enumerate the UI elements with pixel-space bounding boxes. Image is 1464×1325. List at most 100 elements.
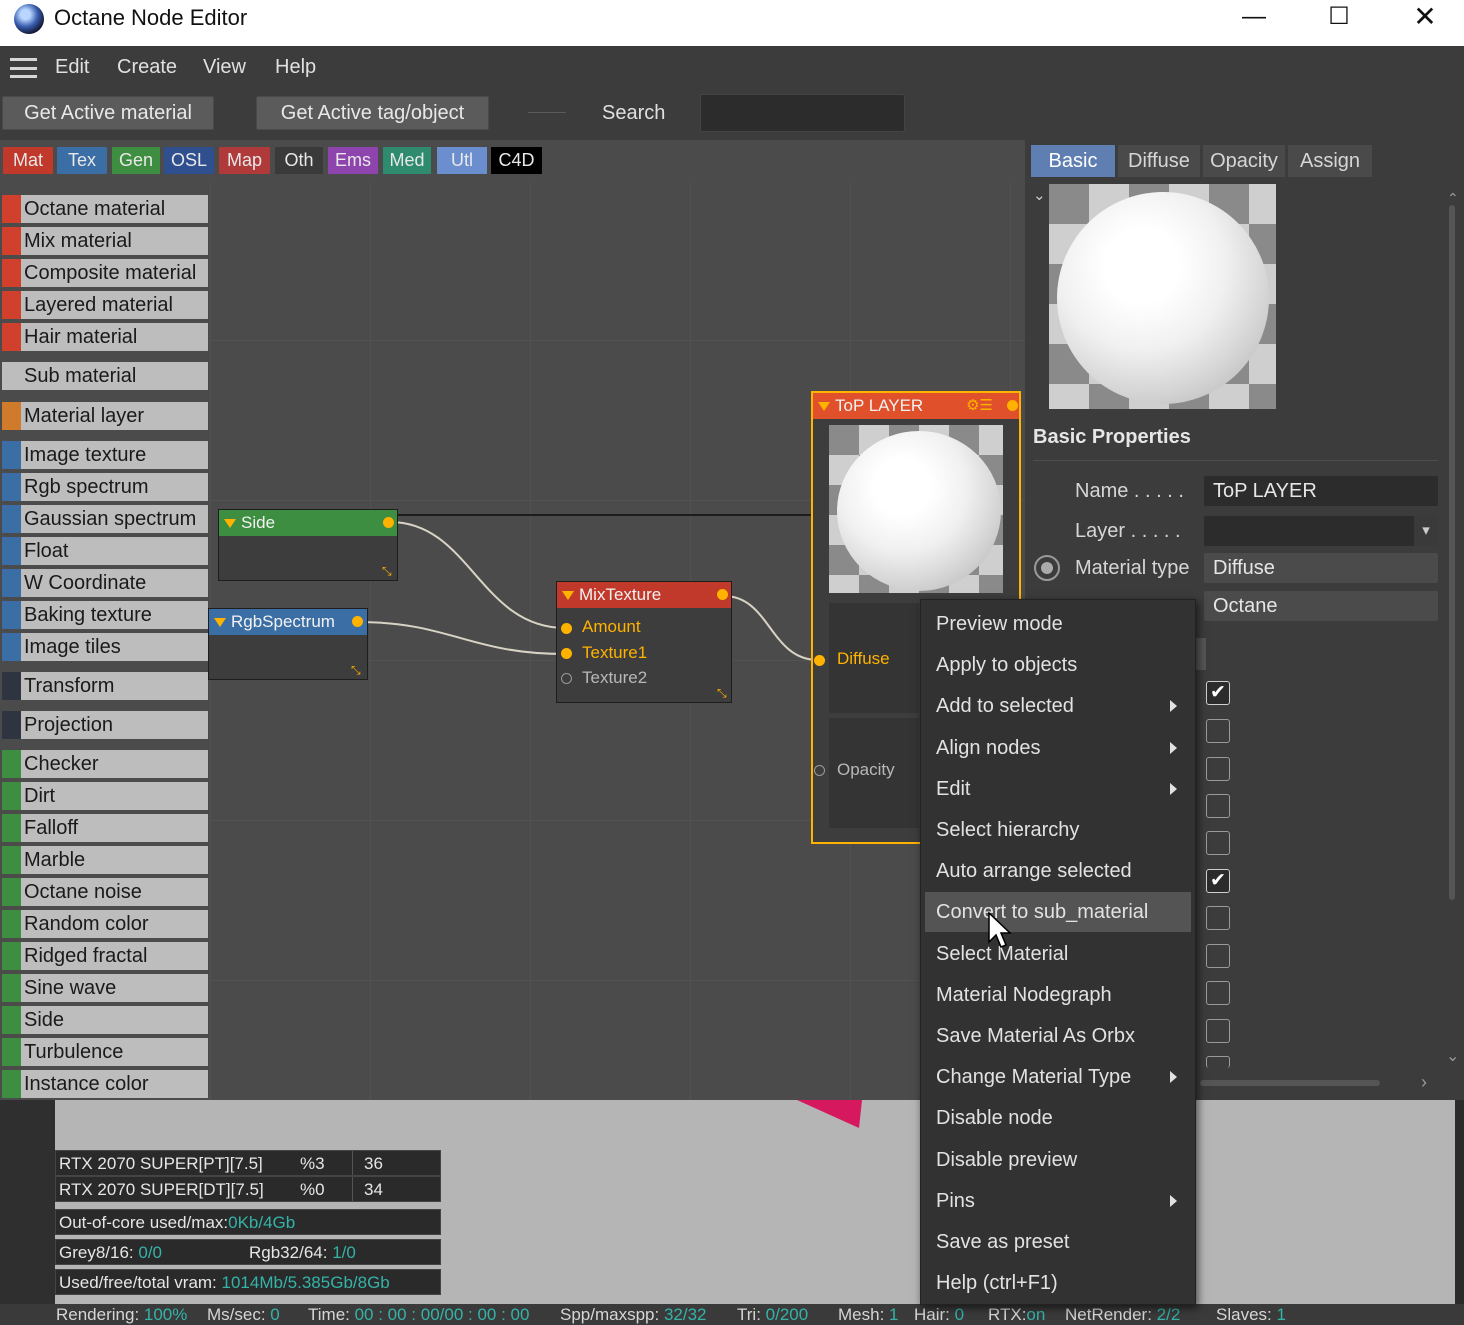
rgb-value: 1/0 [332, 1243, 356, 1262]
collapse-triangle-icon[interactable] [214, 618, 226, 627]
spp-value: 32/32 [663, 1305, 707, 1324]
option-checkbox-partial[interactable] [1206, 1056, 1230, 1068]
gpu-stat-row-2: RTX 2070 SUPER[DT][7.5] %0 34 [55, 1176, 441, 1202]
context-menu-item-auto-arrange-selected[interactable]: Auto arrange selected [921, 851, 1193, 891]
context-menu-item-add-to-selected[interactable]: Add to selected [921, 686, 1193, 726]
collapse-triangle-icon[interactable] [224, 519, 236, 528]
tri-value: 0/200 [765, 1305, 809, 1324]
output-pin-icon[interactable] [717, 589, 728, 600]
close-button[interactable]: ✕ [1394, 0, 1456, 34]
context-menu-item-material-nodegraph[interactable]: Material Nodegraph [921, 975, 1193, 1015]
name-label: Name . . . . . [1075, 480, 1184, 502]
grey-label: Grey8/16: [59, 1243, 139, 1262]
option-checkbox[interactable] [1206, 981, 1230, 1005]
top-layer-node-title: ToP LAYER [835, 396, 924, 415]
context-menu-item-apply-to-objects[interactable]: Apply to objects [921, 645, 1193, 685]
context-menu-item-convert-to-sub-material[interactable]: Convert to sub_material [925, 892, 1191, 933]
mixtexture-node[interactable]: MixTexture Amount Texture1 Texture2 ⤡ [556, 581, 732, 703]
mixtexture-node-title: MixTexture [579, 585, 662, 604]
radio-dot-icon [1041, 562, 1053, 574]
renderer-dropdown[interactable]: Octane [1204, 591, 1438, 621]
context-menu-item-disable-preview[interactable]: Disable preview [921, 1140, 1193, 1180]
chevron-down-icon[interactable]: ▾ [1414, 516, 1438, 546]
port-diffuse: Diffuse [837, 649, 890, 668]
amount-input-pin-icon[interactable] [561, 623, 572, 634]
context-menu-item-align-nodes[interactable]: Align nodes [921, 728, 1193, 768]
preview-sphere [837, 431, 1001, 591]
submenu-arrow-icon [1170, 782, 1177, 795]
layer-label: Layer . . . . . [1075, 520, 1181, 542]
option-checkbox[interactable]: ✔ [1206, 869, 1230, 893]
texture2-input-pin-icon[interactable] [561, 673, 572, 684]
output-pin-icon[interactable] [1007, 400, 1018, 411]
collapse-chevron-icon[interactable]: ⌄ [1033, 186, 1046, 204]
context-menu-item-label: Help (ctrl+F1) [936, 1272, 1058, 1295]
tab-assign[interactable]: Assign [1288, 145, 1372, 177]
submenu-arrow-icon [1170, 1071, 1177, 1084]
option-checkbox[interactable] [1206, 1019, 1230, 1043]
context-menu-item-help-ctrl-f1[interactable]: Help (ctrl+F1) [921, 1263, 1193, 1303]
diffuse-input-pin-icon[interactable] [814, 655, 825, 666]
context-menu-item-change-material-type[interactable]: Change Material Type [921, 1057, 1193, 1097]
side-node-header[interactable]: Side [219, 510, 397, 536]
tri-label: Tri: [737, 1305, 766, 1324]
layer-dropdown[interactable] [1204, 516, 1438, 546]
texture1-input-pin-icon[interactable] [561, 648, 572, 659]
material-type-radio[interactable] [1034, 555, 1060, 581]
resize-handle-icon[interactable]: ⤡ [351, 664, 363, 676]
option-checkbox[interactable] [1206, 831, 1230, 855]
minimize-button[interactable]: — [1223, 0, 1285, 34]
output-pin-icon[interactable] [352, 616, 363, 627]
status-bar: Rendering: 100% Ms/sec: 0 Time: 00 : 00 … [0, 1304, 1464, 1325]
gpu1-value: 36 [364, 1154, 383, 1173]
context-menu-item-label: Pins [936, 1189, 975, 1212]
resize-handle-icon[interactable]: ⤡ [382, 565, 394, 577]
mixtexture-node-header[interactable]: MixTexture [557, 582, 731, 608]
context-menu-item-edit[interactable]: Edit [921, 769, 1193, 809]
name-field[interactable]: ToP LAYER [1204, 476, 1438, 506]
tab-diffuse[interactable]: Diffuse [1118, 145, 1200, 177]
context-menu-item-label: Material Nodegraph [936, 983, 1112, 1006]
top-layer-node-header[interactable]: ToP LAYER ⚙☰ [813, 393, 1019, 419]
gpu-stat-row-1: RTX 2070 SUPER[PT][7.5] %3 36 [55, 1150, 441, 1176]
rgbspectrum-node[interactable]: RgbSpectrum ⤡ [208, 608, 368, 680]
side-node-title: Side [241, 513, 276, 532]
port-texture1: Texture1 [582, 643, 648, 662]
output-pin-icon[interactable] [383, 517, 394, 528]
option-checkbox[interactable] [1206, 906, 1230, 930]
mesh-label: Mesh: [838, 1305, 890, 1324]
tab-opacity[interactable]: Opacity [1203, 145, 1285, 177]
tab-basic[interactable]: Basic [1031, 145, 1115, 177]
collapse-triangle-icon[interactable] [562, 591, 574, 600]
context-menu-item-save-as-preset[interactable]: Save as preset [921, 1222, 1193, 1262]
node-options-icon[interactable]: ⚙☰ [966, 393, 993, 419]
context-menu-item-preview-mode[interactable]: Preview mode [921, 604, 1193, 644]
resize-handle-icon[interactable]: ⤡ [717, 687, 729, 699]
maximize-button[interactable]: ☐ [1308, 0, 1370, 34]
scroll-right-icon[interactable]: › [1421, 1072, 1427, 1093]
option-checkbox[interactable] [1206, 757, 1230, 781]
option-checkbox[interactable]: ✔ [1206, 681, 1230, 705]
horizontal-scrollbar[interactable] [1200, 1080, 1380, 1086]
context-menu-item-save-material-as-orbx[interactable]: Save Material As Orbx [921, 1016, 1193, 1056]
rgbspectrum-node-header[interactable]: RgbSpectrum [209, 609, 367, 635]
context-menu-item-pins[interactable]: Pins [921, 1181, 1193, 1221]
option-checkbox[interactable] [1206, 944, 1230, 968]
basic-properties-title: Basic Properties [1033, 426, 1191, 448]
context-menu-item-label: Convert to sub_material [936, 901, 1149, 924]
option-checkbox[interactable] [1206, 794, 1230, 818]
scroll-down-icon[interactable]: ⌄ [1446, 1046, 1459, 1066]
opacity-input-pin-icon[interactable] [814, 765, 825, 776]
side-node[interactable]: Side ⤡ [218, 509, 398, 581]
collapse-triangle-icon[interactable] [818, 402, 830, 411]
option-checkbox[interactable] [1206, 719, 1230, 743]
gpu1-name: RTX 2070 SUPER[PT][7.5] [59, 1154, 263, 1173]
rtx-label: RTX: [988, 1305, 1027, 1324]
submenu-arrow-icon [1170, 741, 1177, 754]
context-menu-item-select-hierarchy[interactable]: Select hierarchy [921, 810, 1193, 850]
vram-value: 1014Mb/5.385Gb/8Gb [221, 1273, 390, 1292]
material-type-dropdown[interactable]: Diffuse [1204, 553, 1438, 583]
vertical-scrollbar[interactable] [1449, 205, 1455, 900]
context-menu-item-disable-node[interactable]: Disable node [921, 1098, 1193, 1138]
context-menu-item-select-material[interactable]: Select Material [921, 934, 1193, 974]
